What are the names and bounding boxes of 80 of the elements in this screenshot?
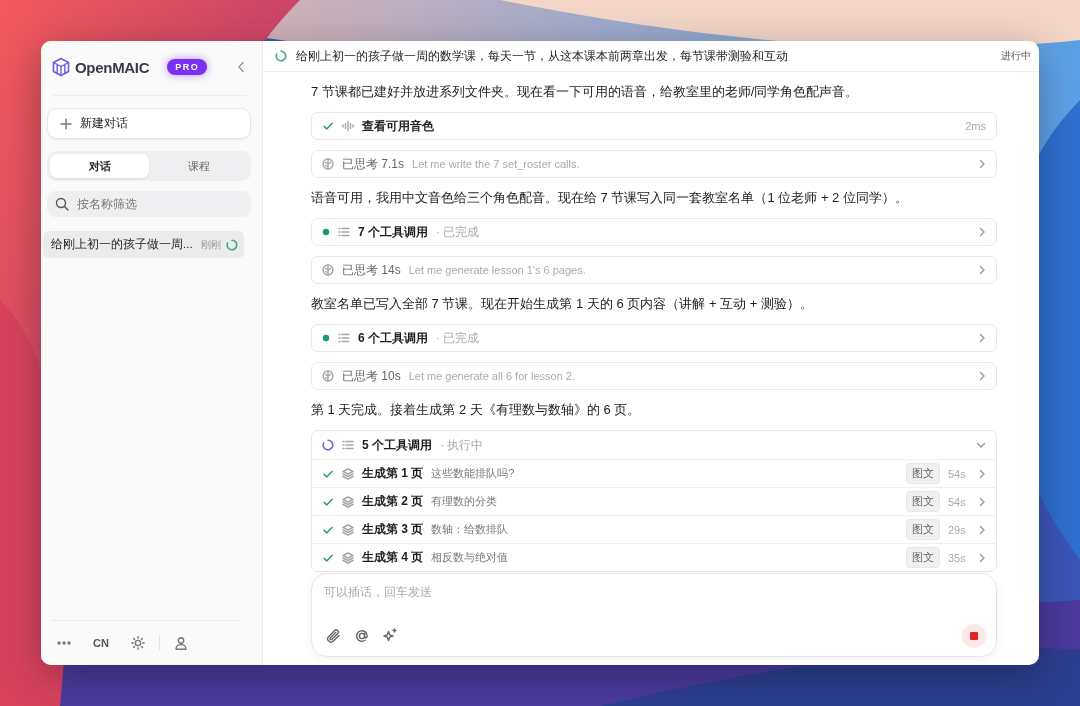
message-text: 语音可用，我用中文音色给三个角色配音。现在给 7 节课写入同一套教室名单（1 位老师 + 2 位同学）。 bbox=[311, 189, 909, 207]
sun-icon[interactable] bbox=[130, 636, 145, 650]
tool-group-header[interactable]: 5 个工具调用 · 执行中 bbox=[312, 431, 996, 459]
chevron-down-icon[interactable] bbox=[976, 441, 986, 449]
check-icon bbox=[322, 120, 334, 132]
app-logo: OpenMAIC bbox=[75, 58, 150, 76]
message-text: 7 节课都已建好并放进系列文件夹。现在看一下可用的语音，给教室里的老师/同学角色配声音。 bbox=[311, 83, 860, 101]
duration-label: 54s bbox=[948, 467, 967, 480]
chevron-right-icon[interactable] bbox=[978, 524, 986, 535]
list-icon bbox=[338, 227, 350, 237]
search-input[interactable]: 按名称筛选 bbox=[75, 196, 243, 212]
tool-name: 生成第 2 页 bbox=[362, 493, 424, 510]
stop-button[interactable] bbox=[962, 624, 986, 648]
tab[interactable]: 课程 bbox=[149, 154, 248, 178]
chevron-right-icon[interactable] bbox=[978, 468, 986, 479]
chevron-right-icon[interactable] bbox=[978, 227, 986, 237]
brain-icon bbox=[322, 158, 334, 170]
paperclip-icon[interactable] bbox=[326, 628, 342, 644]
chevron-right-icon[interactable] bbox=[978, 552, 986, 563]
type-tag: 图文 bbox=[906, 519, 940, 540]
cube-logo-icon bbox=[51, 57, 71, 77]
loading-spinner-icon bbox=[226, 238, 238, 251]
language-button[interactable]: CN bbox=[93, 637, 109, 649]
mention-icon[interactable] bbox=[354, 628, 370, 644]
search-icon bbox=[55, 197, 69, 211]
message-text: 第 1 天完成。接着生成第 2 天《有理数与数轴》的 6 页。 bbox=[311, 401, 642, 419]
chevron-right-icon[interactable] bbox=[978, 496, 986, 507]
list-icon bbox=[342, 440, 354, 450]
duration-label: 35s bbox=[948, 551, 967, 564]
status-label: · 执行中 bbox=[440, 436, 485, 454]
tool-name: 生成第 3 页 bbox=[362, 521, 424, 538]
tool-group-card[interactable]: 7 个工具调用 · 已完成 bbox=[311, 218, 997, 246]
new-chat-button[interactable]: 新建对话 bbox=[47, 108, 251, 139]
type-tag: 图文 bbox=[906, 547, 940, 568]
search-field[interactable]: 按名称筛选 bbox=[47, 191, 251, 217]
chevron-right-icon[interactable] bbox=[978, 265, 986, 275]
page-subtitle: 相反数与绝对值 bbox=[431, 550, 510, 565]
chevron-left-icon[interactable] bbox=[237, 61, 245, 73]
plus-icon bbox=[60, 117, 72, 130]
layers-icon bbox=[342, 495, 354, 508]
thinking-card[interactable]: 已思考 7.1s Let me write the 7 set_roster calls. bbox=[311, 150, 997, 178]
layers-icon bbox=[342, 523, 354, 536]
brain-icon bbox=[322, 370, 334, 382]
type-tag: 图文 bbox=[906, 491, 940, 512]
tool-call-card[interactable]: 查看可用音色 2ms bbox=[311, 112, 997, 140]
brain-icon bbox=[322, 264, 334, 276]
conversation-title: 给刚上初一的孩子做一周的数学课，每天一节，从这本课本前两章出发，每节课带测验和互动 bbox=[296, 47, 789, 65]
tool-call-row[interactable]: 生成第 2 页 有理数的分类 图文 54s bbox=[312, 487, 996, 515]
tool-name: 生成第 1 页 bbox=[362, 465, 424, 482]
user-icon[interactable] bbox=[173, 636, 188, 650]
thinking-card[interactable]: 已思考 14s Let me generate lesson 1's 6 pages. bbox=[311, 256, 997, 284]
page-subtitle: 有理数的分类 bbox=[431, 494, 499, 509]
tab[interactable]: 对话 bbox=[50, 154, 149, 178]
duration-label: 29s bbox=[948, 523, 967, 536]
duration-label: 54s bbox=[948, 495, 967, 508]
tool-call-row[interactable]: 生成第 3 页 数轴：给数排队 图文 29s bbox=[312, 515, 996, 543]
pro-badge: PRO bbox=[167, 59, 208, 75]
chevron-right-icon[interactable] bbox=[978, 371, 986, 381]
chevron-right-icon[interactable] bbox=[978, 333, 986, 343]
stop-icon bbox=[968, 630, 980, 642]
tool-call-row[interactable]: 生成第 4 页 相反数与绝对值 图文 35s bbox=[312, 543, 996, 571]
message-input-field[interactable]: 可以插话，回车发送 bbox=[311, 573, 997, 657]
tool-group-card[interactable]: 6 个工具调用 · 已完成 bbox=[311, 324, 997, 352]
conversation-item[interactable]: 给刚上初一的孩子做一周... 刚刚 bbox=[43, 231, 244, 258]
message-text: 教室名单已写入全部 7 节课。现在开始生成第 1 天的 6 页内容（讲解 + 互动 + 测验）。 bbox=[311, 295, 814, 313]
tool-name: 5 个工具调用 bbox=[362, 436, 432, 454]
more-icon[interactable] bbox=[57, 641, 71, 645]
tool-name: 生成第 4 页 bbox=[362, 549, 424, 566]
chevron-right-icon[interactable] bbox=[978, 159, 986, 169]
waveform-icon bbox=[342, 120, 354, 132]
page-subtitle: 数轴：给数排队 bbox=[431, 522, 510, 537]
type-tag: 图文 bbox=[906, 463, 940, 484]
page-subtitle: 这些数能排队吗? bbox=[431, 466, 516, 481]
status-label: 进行中 bbox=[1001, 49, 1031, 63]
sparkle-icon[interactable] bbox=[382, 628, 398, 644]
list-icon bbox=[338, 333, 350, 343]
layers-icon bbox=[342, 551, 354, 564]
thinking-card[interactable]: 已思考 10s Let me generate all 6 for lesson 2. bbox=[311, 362, 997, 390]
tool-call-row[interactable]: 生成第 1 页 这些数能排队吗? 图文 54s bbox=[312, 459, 996, 487]
layers-icon bbox=[342, 467, 354, 480]
